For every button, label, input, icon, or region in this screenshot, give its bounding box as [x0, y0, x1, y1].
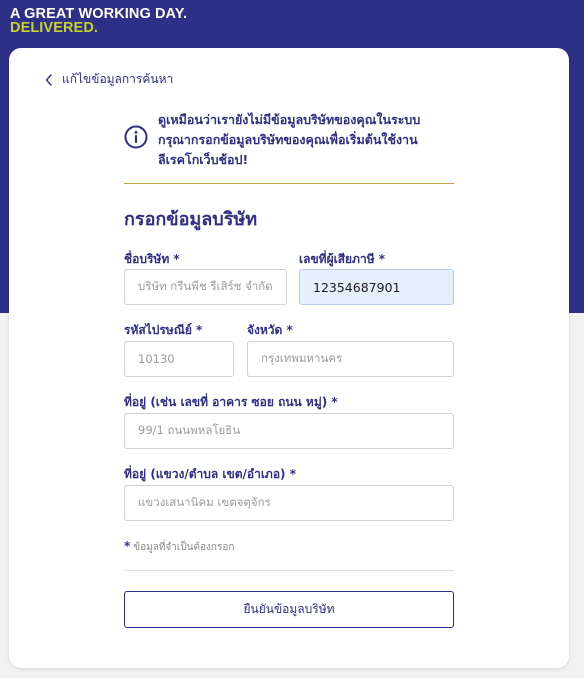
notice-message: ดูเหมือนว่าเรายังไม่มีข้อมูลบริษัทของคุณ… [158, 110, 420, 170]
postal-code-input[interactable]: 10130 [124, 341, 234, 377]
notice-divider [124, 183, 454, 184]
address-placeholder: 99/1 ถนนพหลโยธิน [138, 423, 241, 437]
notice-line-2: กรุณากรอกข้อมูลบริษัทของคุณเพื่อเริ่มต้น… [158, 132, 418, 147]
district-label: ที่อยู่ (แขวง/ตำบล เขต/อำเภอ) * [124, 467, 296, 481]
postal-code-label: รหัสไปรษณีย์ * [124, 323, 203, 337]
confirm-company-label: ยืนยันข้อมูลบริษัท [243, 602, 335, 616]
no-company-notice: ดูเหมือนว่าเรายังไม่มีข้อมูลบริษัทของคุณ… [124, 110, 454, 170]
company-name-label: ชื่อบริษัท * [124, 252, 180, 266]
confirm-company-button[interactable]: ยืนยันข้อมูลบริษัท [124, 591, 454, 628]
required-star: * [124, 539, 131, 553]
company-name-input[interactable]: บริษัท กรีนพีช รีเสิร์ช จำกัด [124, 269, 287, 305]
form-divider [124, 570, 454, 571]
required-note-text: ข้อมูลที่จำเป็นต้องกรอก [133, 542, 235, 553]
back-link[interactable]: แก้ไขข้อมูลการค้นหา [45, 70, 173, 89]
brand-tagline-line2: DELIVERED. [10, 20, 99, 36]
province-placeholder: กรุงเทพมหานคร [261, 351, 343, 365]
company-info-card: แก้ไขข้อมูลการค้นหา ดูเหมือนว่าเรายังไม่… [9, 48, 569, 668]
back-link-label: แก้ไขข้อมูลการค้นหา [62, 72, 174, 86]
chevron-left-icon [45, 73, 52, 86]
tax-id-label: เลขที่ผู้เสียภาษี * [299, 252, 386, 266]
brand-tagline-line1: A GREAT WORKING DAY. [10, 6, 188, 22]
district-input[interactable]: แขวงเสนานิคม เขตจตุจักร [124, 485, 454, 521]
province-label: จังหวัด * [247, 323, 293, 337]
province-input[interactable]: กรุงเทพมหานคร [247, 341, 454, 377]
district-placeholder: แขวงเสนานิคม เขตจตุจักร [138, 495, 271, 509]
address-label: ที่อยู่ (เช่น เลขที่ อาคาร ซอย ถนน หมู่)… [124, 395, 338, 409]
company-name-placeholder: บริษัท กรีนพีช รีเสิร์ช จำกัด [138, 279, 273, 293]
info-circle-icon [124, 125, 148, 149]
notice-line-1: ดูเหมือนว่าเรายังไม่มีข้อมูลบริษัทของคุณ… [158, 112, 421, 127]
notice-line-3: ลีเรคโกเว็บช้อป! [158, 152, 249, 167]
address-input[interactable]: 99/1 ถนนพหลโยธิน [124, 413, 454, 449]
tax-id-input[interactable]: 12354687901 [299, 269, 454, 305]
form-title: กรอกข้อมูลบริษัท [124, 209, 258, 230]
required-note: * ข้อมูลที่จำเป็นต้องกรอก [124, 539, 234, 555]
brand-logo: A GREAT WORKING DAY. DELIVERED. [10, 6, 188, 36]
postal-code-placeholder: 10130 [138, 352, 175, 366]
tax-id-value: 12354687901 [313, 279, 401, 295]
